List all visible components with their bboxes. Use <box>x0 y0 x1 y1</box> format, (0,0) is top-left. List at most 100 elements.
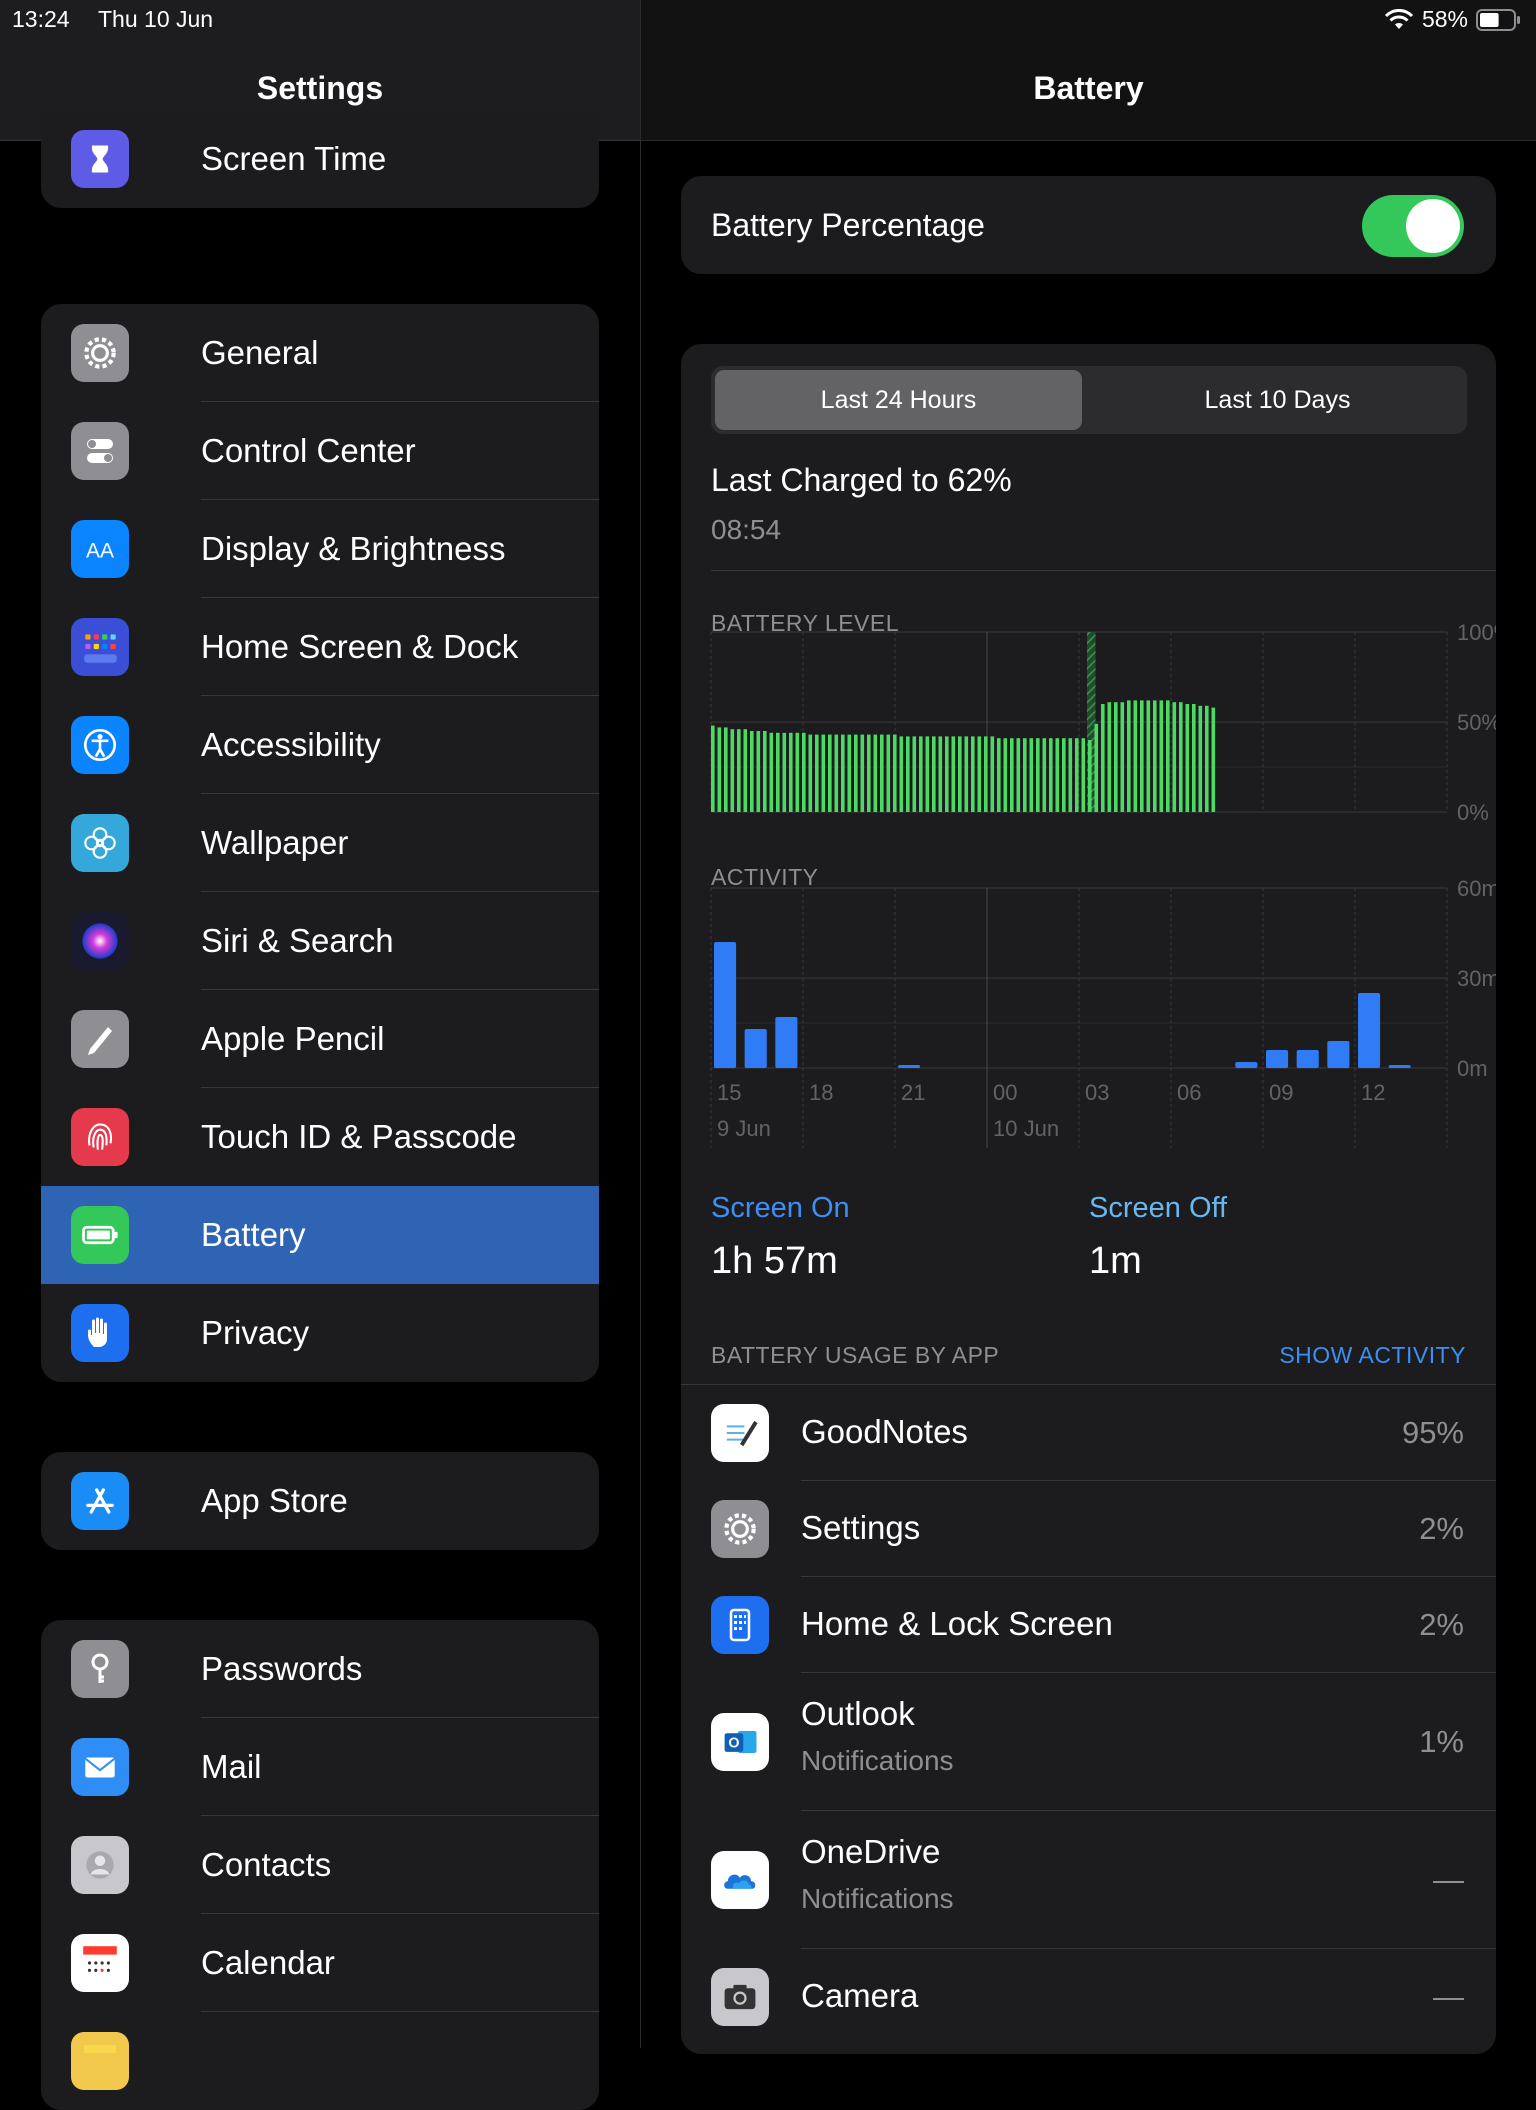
battery-level-bar <box>984 736 988 812</box>
battery-level-bar <box>1205 705 1209 812</box>
activity-bar <box>775 1017 798 1068</box>
app-usage-row[interactable]: GoodNotes 95% <box>681 1385 1496 1481</box>
sidebar-item[interactable]: Control Center <box>41 402 599 500</box>
battery-level-bar <box>1003 738 1008 812</box>
battery-level-bar <box>958 736 962 812</box>
battery-percentage-row[interactable]: Battery Percentage <box>681 176 1496 274</box>
battery-level-bar <box>1185 704 1190 812</box>
sidebar-item[interactable]: Calendar <box>41 1914 599 2012</box>
segment-last-24-hours[interactable]: Last 24 Hours <box>715 370 1082 430</box>
app-usage-row[interactable]: OneDrive Notifications — <box>681 1811 1496 1949</box>
x-tick-label: 00 <box>993 1080 1017 1105</box>
sidebar-item-label: General <box>201 334 319 371</box>
app-subtitle: Notifications <box>801 1883 954 1914</box>
sidebar-item[interactable]: AA Display & Brightness <box>41 500 599 598</box>
battery-level-bar <box>977 736 982 812</box>
calendar-icon <box>71 1934 129 1992</box>
settings-sidebar: Settings Screen Time General Control Cente… <box>0 0 641 2110</box>
x-tick-label: 15 <box>717 1080 741 1105</box>
screen-on-label: Screen On <box>711 1192 850 1224</box>
battery-level-bar <box>938 736 943 812</box>
sidebar-item[interactable]: General <box>41 304 599 402</box>
battery-level-bar <box>906 736 910 812</box>
envelope-icon <box>71 1738 129 1796</box>
app-usage-row[interactable]: Home & Lock Screen 2% <box>681 1577 1496 1673</box>
battery-level-bar <box>1029 738 1034 812</box>
battery-level-bar <box>1133 700 1138 812</box>
sidebar-item-label: Control Center <box>201 432 416 469</box>
battery-level-bar <box>828 734 832 812</box>
battery-level-bar <box>750 731 754 812</box>
screen-off-label: Screen Off <box>1089 1192 1228 1224</box>
sidebar-item[interactable]: Apple Pencil <box>41 990 599 1088</box>
activity-bar <box>1358 993 1381 1068</box>
battery-level-bar <box>1101 704 1105 812</box>
x-tick-label: 18 <box>809 1080 833 1105</box>
screen-off-value: 1m <box>1089 1240 1142 1282</box>
battery-level-bar <box>1127 700 1131 812</box>
battery-level-bar <box>1198 705 1203 812</box>
battery-level-bar <box>711 725 715 812</box>
y-tick-label: 30m <box>1457 966 1496 991</box>
page-title: Battery <box>1033 70 1144 106</box>
sidebar-item[interactable]: Privacy <box>41 1284 599 1382</box>
sidebar-item-label: Screen Time <box>201 140 387 177</box>
sidebar-item[interactable] <box>41 2012 599 2110</box>
battery-level-bar <box>802 732 806 812</box>
battery-level-bar <box>990 736 995 812</box>
sidebar-item[interactable]: Screen Time <box>41 110 599 208</box>
battery-level-bar <box>1081 738 1086 812</box>
y-tick-label: 0% <box>1457 800 1489 824</box>
battery-level-bar <box>730 729 735 812</box>
battery-level-bar <box>1211 707 1216 812</box>
activity-bar <box>1296 1050 1319 1068</box>
screen-on-value: 1h 57m <box>711 1240 838 1282</box>
sidebar-item[interactable]: Battery <box>41 1186 599 1284</box>
settings-group: General Control Center AA Display & Brightn… <box>41 304 599 1382</box>
sidebar-item[interactable]: Passwords <box>41 1620 599 1718</box>
app-percentage: — <box>1433 1862 1464 1897</box>
show-activity-button[interactable]: SHOW ACTIVITY <box>1279 1342 1466 1369</box>
battery-level-bar <box>808 734 813 812</box>
sidebar-item-label: Home Screen & Dock <box>201 628 519 665</box>
battery-level-bar <box>951 736 956 812</box>
toggles-icon <box>71 422 129 480</box>
battery-level-bar <box>1192 704 1196 812</box>
wifi-icon <box>1384 8 1414 29</box>
sidebar-item[interactable]: Touch ID & Passcode <box>41 1088 599 1186</box>
sidebar-item-label: Mail <box>201 1748 262 1785</box>
siri-icon <box>71 912 129 970</box>
activity-bar <box>1235 1062 1258 1068</box>
battery-level-bar <box>834 734 839 812</box>
x-tick-label: 09 <box>1269 1080 1293 1105</box>
battery-percentage-toggle[interactable] <box>1362 195 1464 257</box>
status-date: Thu 10 Jun <box>98 6 214 32</box>
divider <box>711 570 1496 571</box>
app-grid-icon <box>71 618 129 676</box>
y-tick-label: 0m <box>1457 1056 1488 1081</box>
sidebar-item[interactable]: Siri & Search <box>41 892 599 990</box>
sidebar-item[interactable]: Home Screen & Dock <box>41 598 599 696</box>
sidebar-item[interactable]: Contacts <box>41 1816 599 1914</box>
app-percentage: 2% <box>1419 1607 1464 1642</box>
battery-level-bar <box>886 734 891 812</box>
segment-last-10-days[interactable]: Last 10 Days <box>1092 370 1463 430</box>
app-name: Home & Lock Screen <box>801 1605 1113 1642</box>
battery-level-bar <box>1075 738 1079 812</box>
app-usage-row[interactable]: Settings 2% <box>681 1481 1496 1577</box>
app-usage-row[interactable]: O Outlook Notifications 1% <box>681 1673 1496 1811</box>
sidebar-item[interactable]: Wallpaper <box>41 794 599 892</box>
battery-level-bar <box>789 732 793 812</box>
svg-text:O: O <box>728 1736 739 1752</box>
sidebar-item[interactable]: Accessibility <box>41 696 599 794</box>
battery-level-bar <box>1094 723 1099 812</box>
app-usage-row[interactable]: Camera — <box>681 1949 1496 2045</box>
battery-level-bar <box>769 732 774 812</box>
battery-level-bar <box>1172 702 1177 812</box>
sidebar-item[interactable]: App Store <box>41 1452 599 1550</box>
sidebar-item[interactable]: Mail <box>41 1718 599 1816</box>
battery-level-bar <box>847 734 852 812</box>
sidebar-item-label: Display & Brightness <box>201 530 506 567</box>
battery-level-bar <box>724 727 728 812</box>
battery-level-bar <box>1114 702 1118 812</box>
